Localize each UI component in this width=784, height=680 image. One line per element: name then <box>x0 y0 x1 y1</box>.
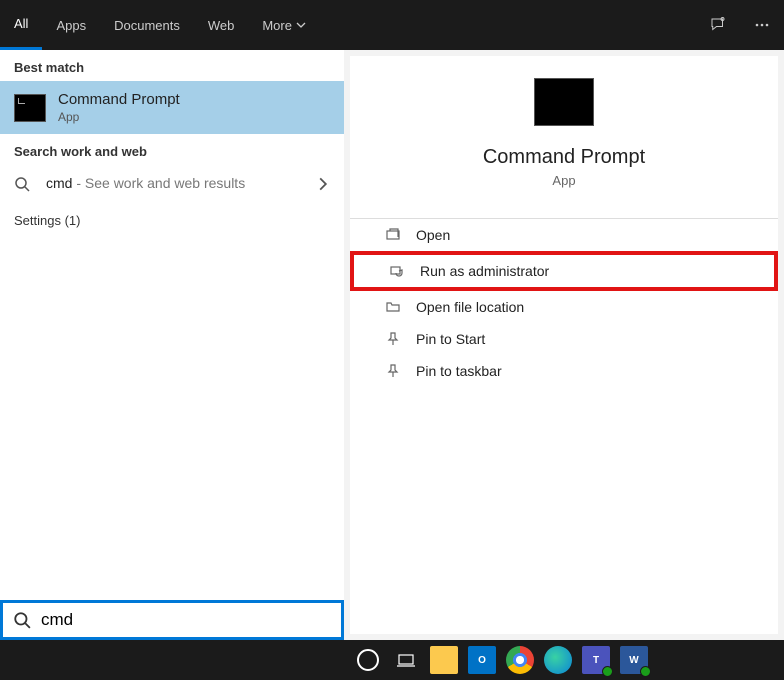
search-icon <box>13 611 31 629</box>
preview-subtitle: App <box>552 173 575 188</box>
chevron-down-icon <box>296 20 306 30</box>
task-view-icon[interactable] <box>392 646 420 674</box>
more-options-icon[interactable] <box>740 0 784 50</box>
taskbar-app-word[interactable]: W <box>620 646 648 674</box>
action-open-file-location[interactable]: Open file location <box>350 291 778 323</box>
preview-title: Command Prompt <box>483 146 645 169</box>
action-run-as-admin[interactable]: Run as administrator <box>350 251 778 291</box>
search-work-web-header: Search work and web <box>0 134 344 165</box>
result-command-prompt[interactable]: Command Prompt App <box>0 81 344 134</box>
open-icon <box>384 227 402 243</box>
taskbar-app-teams[interactable]: T <box>582 646 610 674</box>
filter-tabs: All Apps Documents Web More <box>0 0 784 50</box>
action-run-as-admin-label: Run as administrator <box>420 263 549 279</box>
taskbar: O T W <box>0 640 784 680</box>
action-pin-to-start[interactable]: Pin to Start <box>350 323 778 355</box>
result-title: Command Prompt <box>58 91 180 108</box>
tab-more[interactable]: More <box>248 0 320 50</box>
tab-documents[interactable]: Documents <box>100 0 194 50</box>
settings-header[interactable]: Settings (1) <box>0 203 344 238</box>
preview-pane: Command Prompt App Open Run as administr… <box>350 56 778 634</box>
taskbar-app-outlook[interactable]: O <box>468 646 496 674</box>
result-subtitle: App <box>58 110 180 124</box>
feedback-icon[interactable] <box>696 0 740 50</box>
action-pin-to-taskbar-label: Pin to taskbar <box>416 363 502 379</box>
tab-more-label: More <box>262 18 292 33</box>
tab-web[interactable]: Web <box>194 0 249 50</box>
action-open-file-location-label: Open file location <box>416 299 524 315</box>
best-match-header: Best match <box>0 50 344 81</box>
folder-icon <box>384 299 402 315</box>
search-bar[interactable] <box>0 600 344 640</box>
taskbar-app-chrome[interactable] <box>506 646 534 674</box>
command-prompt-icon <box>14 94 46 122</box>
action-open[interactable]: Open <box>350 219 778 251</box>
preview-pane-wrap: Command Prompt App Open Run as administr… <box>344 50 784 640</box>
action-open-label: Open <box>416 227 450 243</box>
taskbar-app-file-explorer[interactable] <box>430 646 458 674</box>
tab-apps[interactable]: Apps <box>42 0 100 50</box>
cortana-icon[interactable] <box>354 646 382 674</box>
pin-start-icon <box>384 331 402 347</box>
taskbar-app-edge[interactable] <box>544 646 572 674</box>
web-search-term: cmd <box>46 175 72 191</box>
web-search-hint: - See work and web results <box>72 175 245 191</box>
tab-all[interactable]: All <box>0 0 42 50</box>
search-icon <box>14 176 30 192</box>
pin-taskbar-icon <box>384 363 402 379</box>
search-input[interactable] <box>41 610 331 630</box>
web-search-cmd[interactable]: cmd - See work and web results <box>0 165 344 203</box>
preview-app-icon <box>534 78 594 126</box>
results-pane: Best match Command Prompt App Search wor… <box>0 50 344 640</box>
action-pin-to-taskbar[interactable]: Pin to taskbar <box>350 355 778 387</box>
admin-shield-icon <box>388 263 406 279</box>
chevron-right-icon <box>316 177 330 191</box>
preview-actions: Open Run as administrator Open file loca… <box>350 218 778 387</box>
action-pin-to-start-label: Pin to Start <box>416 331 485 347</box>
